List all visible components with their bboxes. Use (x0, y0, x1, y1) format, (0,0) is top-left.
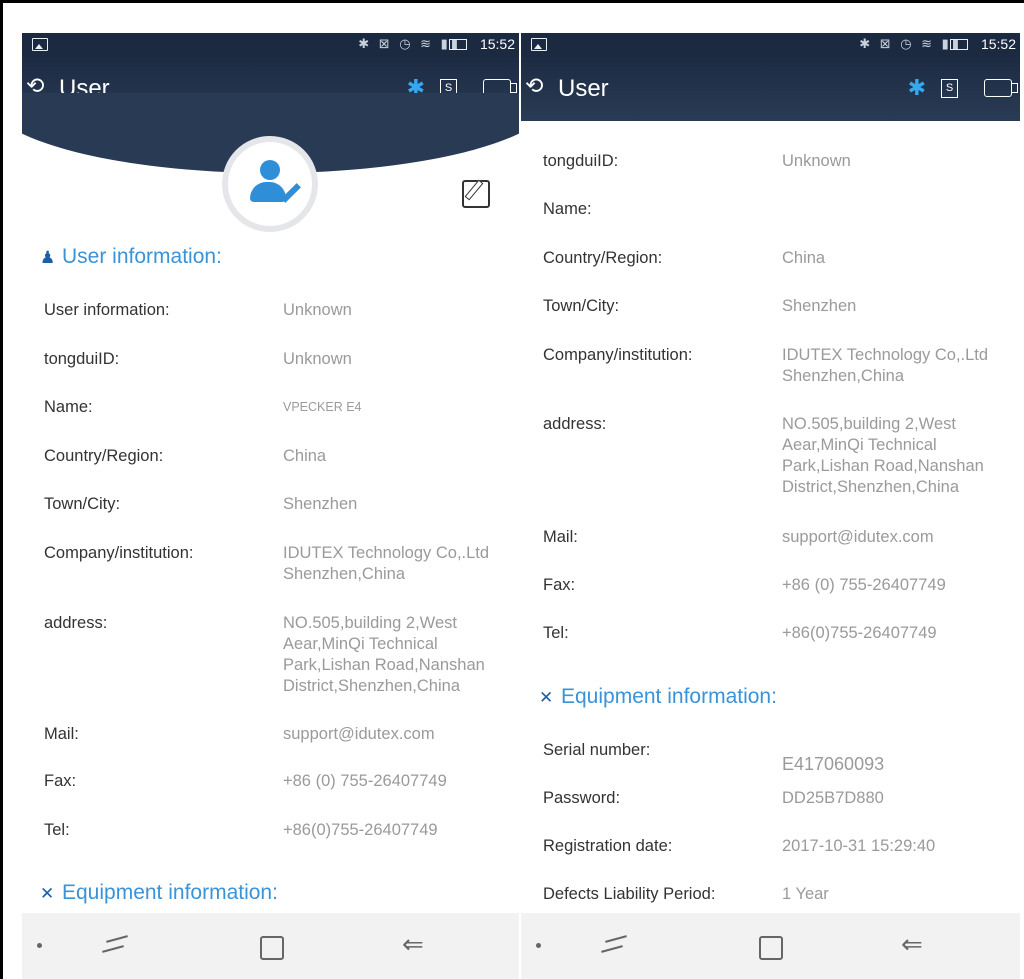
recent-apps-icon[interactable] (102, 933, 130, 955)
edit-icon[interactable] (462, 180, 490, 208)
field-label: Company/institution: (44, 544, 194, 562)
field-label: tongduiID: (543, 152, 619, 170)
bluetooth-icon[interactable]: ✱ (908, 75, 926, 101)
field-value: Shenzhen (283, 495, 358, 513)
field-value: 1 Year (782, 885, 829, 903)
field-value: +86 (0) 755-26407749 (283, 772, 447, 790)
gallery-icon (531, 38, 547, 51)
section-title: Equipment information: (62, 881, 278, 904)
recent-apps-icon[interactable] (601, 933, 629, 955)
battery-icon (449, 39, 467, 50)
field-label: Fax: (44, 772, 77, 790)
nav-back-icon[interactable]: ⇐ (402, 929, 424, 960)
tools-icon: ✕ (40, 884, 55, 903)
field-value: 2017-10-31 15:29:40 (782, 837, 936, 855)
camera-icon[interactable] (984, 79, 1018, 97)
field-label: User information: (44, 301, 170, 319)
system-status-icons: ✱ ⊠ ◷ ≋ ▮▮ (358, 36, 461, 51)
field-value: support@idutex.com (283, 725, 435, 743)
value-line: NO.505,building 2,West (283, 614, 457, 632)
value-line: Park,Lishan Road,Nanshan (283, 656, 485, 674)
status-time: 15:52 (479, 36, 515, 52)
value-line: Aear,MinQi Technical (782, 436, 937, 454)
tools-icon: ✕ (539, 688, 554, 707)
user-edit-icon (250, 160, 301, 206)
battery-icon (950, 39, 968, 50)
field-label: Town/City: (543, 297, 620, 315)
field-value: +86 (0) 755-26407749 (782, 576, 946, 594)
field-value: Shenzhen (782, 297, 857, 315)
system-status-icons: ✱ ⊠ ◷ ≋ ▮▮ (859, 36, 962, 51)
field-value: +86(0)755-26407749 (782, 624, 937, 642)
nav-dot-icon (536, 943, 541, 948)
field-value: support@idutex.com (782, 528, 934, 546)
page-title: User (558, 75, 609, 102)
phone-screen-left: ✱ ⊠ ◷ ≋ ▮▮ 15:52 ⟲ User ✱ S ♟ User inform… (22, 33, 519, 979)
person-icon: ♟ (40, 248, 56, 267)
status-bar: ✱ ⊠ ◷ ≋ ▮▮ 15:52 (521, 33, 1020, 57)
field-label: address: (543, 415, 607, 433)
field-label: Name: (543, 200, 592, 218)
field-label: Mail: (543, 528, 578, 546)
s-document-icon[interactable]: S (941, 79, 958, 98)
field-value: Unknown (283, 301, 352, 319)
field-label: Defects Liability Period: (543, 885, 716, 903)
frame-border-left (0, 0, 3, 979)
section-title: User information: (62, 245, 222, 268)
field-value: IDUTEX Technology Co,.Ltd Shenzhen,China (782, 345, 1010, 387)
value-line: IDUTEX Technology Co,.Ltd (782, 346, 989, 364)
field-label: Fax: (543, 576, 576, 594)
field-value: China (782, 249, 826, 267)
field-value: IDUTEX Technology Co,.Ltd Shenzhen,China (283, 543, 509, 585)
android-nav-bar: ⇐ (521, 913, 1020, 979)
field-value: NO.505,building 2,West Aear,MinQi Techni… (283, 613, 509, 697)
home-icon[interactable] (759, 936, 783, 960)
field-label: Country/Region: (543, 249, 663, 267)
field-value: NO.505,building 2,West Aear,MinQi Techni… (782, 414, 1010, 498)
value-line: Park,Lishan Road,Nanshan (782, 457, 984, 475)
field-value: China (283, 447, 327, 465)
section-title: Equipment information: (561, 685, 777, 708)
avatar[interactable] (222, 136, 318, 232)
value-line: NO.505,building 2,West (782, 415, 956, 433)
app-bar: ⟲ User ✱ S (521, 57, 1020, 121)
field-label: Mail: (44, 725, 79, 743)
frame-border-top (0, 0, 1024, 3)
field-label: Serial number: (543, 741, 651, 759)
field-label: Name: (44, 398, 93, 416)
value-line: Aear,MinQi Technical (283, 635, 438, 653)
field-value: +86(0)755-26407749 (283, 821, 438, 839)
back-arrow-icon[interactable]: ⟲ (525, 75, 543, 97)
field-value: VPECKER E4 (283, 400, 362, 414)
field-label: Company/institution: (543, 346, 693, 364)
status-time: 15:52 (980, 36, 1016, 52)
value-line: District,Shenzhen,China (782, 478, 960, 496)
field-label: tongduiID: (44, 350, 120, 368)
value-line: Shenzhen,China (283, 565, 406, 583)
gallery-icon (32, 38, 48, 51)
nav-dot-icon (37, 943, 42, 948)
nav-back-icon[interactable]: ⇐ (901, 929, 923, 960)
field-label: Town/City: (44, 495, 121, 513)
field-label: Password: (543, 789, 621, 807)
home-icon[interactable] (260, 936, 284, 960)
phone-screen-right: ✱ ⊠ ◷ ≋ ▮▮ 15:52 ⟲ User ✱ S tongduiID: U… (521, 33, 1020, 979)
field-value: DD25B7D880 (782, 789, 884, 807)
section-user-information: ♟ User information: (40, 245, 222, 269)
field-label: Country/Region: (44, 447, 164, 465)
field-label: Tel: (44, 821, 70, 839)
android-nav-bar: ⇐ (22, 913, 519, 979)
field-value: Unknown (283, 350, 352, 368)
value-line: IDUTEX Technology Co,.Ltd (283, 544, 490, 562)
section-equipment-information: ✕ Equipment information: (539, 685, 777, 709)
field-label: Registration date: (543, 837, 673, 855)
field-value: Unknown (782, 152, 851, 170)
value-line: District,Shenzhen,China (283, 677, 461, 695)
status-bar: ✱ ⊠ ◷ ≋ ▮▮ 15:52 (22, 33, 519, 57)
field-label: address: (44, 614, 108, 632)
value-line: Shenzhen,China (782, 367, 905, 385)
field-value: E417060093 (782, 754, 885, 774)
section-equipment-information: ✕ Equipment information: (40, 881, 278, 905)
field-label: Tel: (543, 624, 569, 642)
